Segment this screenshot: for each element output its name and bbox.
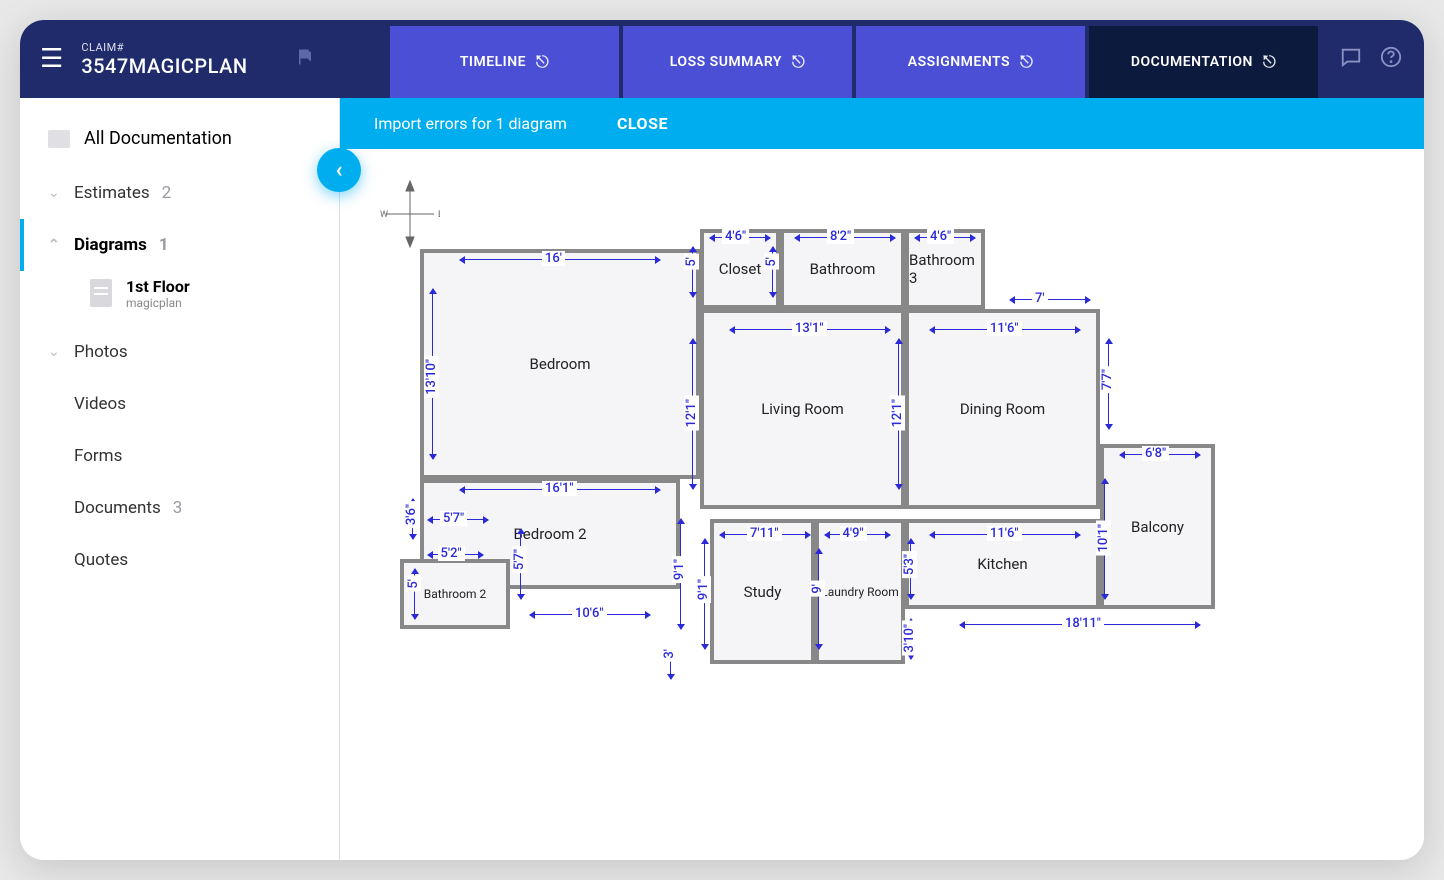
dimension-label: 9'1" — [696, 576, 711, 603]
claim-label: CLAIM# — [81, 41, 247, 54]
launch-icon[interactable]: ⎋ — [1263, 52, 1276, 72]
sidebar-item-label: Videos — [74, 394, 126, 414]
chat-icon[interactable] — [1340, 46, 1362, 72]
alert-bar: Import errors for 1 diagram CLOSE — [340, 98, 1424, 149]
chevron-down-icon: ⌄ — [48, 185, 62, 201]
tab-loss-summary[interactable]: LOSS SUMMARY ⎋ — [623, 26, 852, 98]
room: Balcony — [1100, 444, 1215, 609]
sidebar-item-estimates[interactable]: ⌄ Estimates 2 — [20, 167, 339, 219]
dimension-label: 3'6" — [404, 501, 419, 528]
claim-block: CLAIM# 3547MAGICPLAN — [81, 41, 247, 78]
app-header: ☰ CLAIM# 3547MAGICPLAN TIMELINE ⎋ LOSS S… — [20, 20, 1424, 98]
sidebar-item-count: 3 — [173, 498, 183, 518]
tab-assignments[interactable]: ASSIGNMENTS ⎋ — [856, 26, 1085, 98]
dimension-label: 9' — [810, 581, 825, 597]
sidebar-subitem-meta: magicplan — [126, 296, 190, 310]
sidebar-item-label: Quotes — [74, 550, 128, 570]
collapse-sidebar-button[interactable]: ‹ — [317, 148, 361, 192]
dimension-label: 7' — [1032, 291, 1048, 306]
tab-label: TIMELINE — [460, 54, 526, 70]
sidebar-item-label: Diagrams — [74, 235, 147, 255]
dimension-label: 5'7" — [440, 511, 467, 526]
svg-text:E: E — [438, 210, 440, 220]
sidebar-item-quotes[interactable]: Quotes — [20, 534, 339, 586]
dimension-label: 11'6" — [987, 321, 1022, 336]
sidebar-item-label: Forms — [74, 446, 122, 466]
dimension-label: 4'6" — [927, 229, 954, 244]
help-icon[interactable] — [1380, 46, 1402, 72]
dimension-label: 16' — [542, 251, 565, 266]
room: Dining Room — [905, 309, 1100, 509]
dimension-label: 5'2" — [438, 546, 465, 561]
alert-close-button[interactable]: CLOSE — [617, 114, 668, 133]
sidebar-item-label: Documents — [74, 498, 161, 518]
tab-label: LOSS SUMMARY — [670, 54, 782, 70]
chevron-down-icon: ⌄ — [48, 344, 62, 360]
sidebar-item-documents[interactable]: Documents 3 — [20, 482, 339, 534]
dimension-label: 4'9" — [840, 526, 867, 541]
tab-documentation[interactable]: DOCUMENTATION ⎋ — [1089, 26, 1318, 98]
header-left: ☰ CLAIM# 3547MAGICPLAN — [20, 20, 390, 98]
diagram-canvas[interactable]: N E W BedroomClosetBathroomBathroom 3Liv… — [340, 149, 1424, 860]
folder-icon — [48, 130, 70, 148]
dimension-label: 3' — [662, 646, 677, 662]
room: Bedroom — [420, 249, 700, 479]
dimension-label: 12'1" — [890, 396, 905, 431]
dimension-label: 4'6" — [722, 229, 749, 244]
dimension-label: 16'1" — [542, 481, 577, 496]
svg-text:N: N — [407, 179, 413, 182]
tab-label: DOCUMENTATION — [1131, 54, 1253, 70]
sidebar-header[interactable]: All Documentation — [20, 128, 339, 167]
sidebar-item-photos[interactable]: ⌄ Photos — [20, 326, 339, 378]
sidebar-subitem-title: 1st Floor — [126, 277, 190, 296]
dimension-label: 18'11" — [1062, 616, 1104, 631]
sidebar-item-label: Photos — [74, 342, 128, 362]
sidebar-item-count: 2 — [162, 183, 172, 203]
launch-icon[interactable]: ⎋ — [792, 52, 805, 72]
tab-label: ASSIGNMENTS — [908, 54, 1010, 70]
tab-timeline[interactable]: TIMELINE ⎋ — [390, 26, 619, 98]
sidebar-item-forms[interactable]: Forms — [20, 430, 339, 482]
document-icon — [90, 279, 112, 307]
sidebar-subitem-1st-floor[interactable]: 1st Floor magicplan — [20, 271, 339, 326]
flag-icon[interactable] — [296, 47, 314, 71]
dimension-label: 10'1" — [1096, 521, 1111, 556]
dimension-label: 3'10" — [902, 621, 917, 656]
dimension-label: 8'2" — [827, 229, 854, 244]
app-window: ☰ CLAIM# 3547MAGICPLAN TIMELINE ⎋ LOSS S… — [20, 20, 1424, 860]
dimension-label: 5'7" — [512, 546, 527, 573]
sidebar: All Documentation ⌄ Estimates 2 ⌃ Diagra… — [20, 98, 340, 860]
dimension-label: 5'3" — [902, 551, 917, 578]
alert-message: Import errors for 1 diagram — [374, 114, 567, 133]
sidebar-item-label: Estimates — [74, 183, 150, 203]
dimension-label: 7'11" — [747, 526, 782, 541]
menu-icon[interactable]: ☰ — [40, 46, 63, 72]
floorplan: BedroomClosetBathroomBathroom 3Living Ro… — [400, 229, 1340, 759]
sidebar-title: All Documentation — [84, 128, 232, 149]
sidebar-item-videos[interactable]: Videos — [20, 378, 339, 430]
main-content: Import errors for 1 diagram CLOSE N E W — [340, 98, 1424, 860]
dimension-label: 13'1" — [792, 321, 827, 336]
sidebar-item-diagrams[interactable]: ⌃ Diagrams 1 — [20, 219, 339, 271]
sidebar-item-count: 1 — [159, 235, 169, 255]
dimension-label: 6'8" — [1142, 446, 1169, 461]
claim-number: 3547MAGICPLAN — [81, 54, 247, 78]
tab-bar: TIMELINE ⎋ LOSS SUMMARY ⎋ ASSIGNMENTS ⎋ … — [390, 20, 1318, 98]
dimension-label: 5' — [764, 254, 779, 270]
dimension-label: 7'7" — [1100, 366, 1115, 393]
dimension-label: 13'10" — [424, 356, 439, 398]
header-right — [1318, 20, 1424, 98]
room: Living Room — [700, 309, 905, 509]
dimension-label: 12'1" — [684, 396, 699, 431]
dimension-label: 11'6" — [987, 526, 1022, 541]
chevron-up-icon: ⌃ — [48, 237, 62, 253]
dimension-label: 9'1" — [672, 556, 687, 583]
dimension-label: 5' — [684, 254, 699, 270]
dimension-label: 10'6" — [572, 606, 607, 621]
launch-icon[interactable]: ⎋ — [1020, 52, 1033, 72]
launch-icon[interactable]: ⎋ — [536, 52, 549, 72]
body: All Documentation ⌄ Estimates 2 ⌃ Diagra… — [20, 98, 1424, 860]
svg-text:W: W — [380, 210, 388, 220]
dimension-label: 5' — [406, 576, 421, 592]
